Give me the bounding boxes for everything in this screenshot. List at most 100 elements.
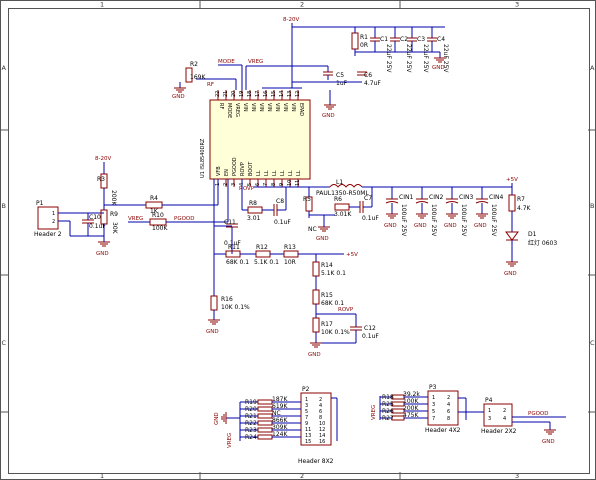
ic-pin-name: PGOOD — [232, 157, 238, 176]
resistor-R13 — [283, 250, 299, 258]
gnd-label: GND — [214, 412, 220, 425]
gnd-label: GND — [308, 352, 321, 358]
label-D1-ref: D1 — [528, 231, 537, 238]
label-CIN3-ref: CIN3 — [459, 194, 473, 201]
label-R15-val: 68K 0.1 — [321, 300, 344, 307]
ic-pin-name: VIN — [282, 103, 288, 112]
p3-pin: 7 — [432, 416, 435, 422]
ic-pin-number: 13 — [287, 91, 293, 97]
cap-CIN4-plate — [475, 201, 489, 204]
frame-row-label: B — [2, 202, 6, 210]
p1-pin: 1 — [52, 211, 55, 217]
gnd-label: GND — [542, 439, 555, 445]
net-label-mode: MODE — [218, 59, 235, 65]
p4-pin: 4 — [503, 416, 506, 422]
resistor-array-element — [257, 399, 273, 405]
frame-col-label: 1 — [100, 472, 104, 480]
label-C10-ref: C10 — [89, 214, 101, 221]
gnd-symbol — [310, 342, 322, 348]
ic-pin-number: 16 — [263, 91, 269, 97]
label-C4-ref: C4 — [437, 36, 445, 43]
label-D1-val: 红灯 0603 — [528, 239, 557, 247]
gnd-label: GND — [504, 271, 517, 277]
ic-pin-name: LL — [280, 170, 286, 176]
p3-pins: 1 2 3 4 5 6 7 8 — [432, 395, 450, 422]
gnd-symbol — [318, 226, 330, 232]
label-R10-ref: R10 — [152, 212, 164, 219]
resistor-R17 — [312, 317, 320, 333]
label-resistor-ref: R20 — [245, 406, 257, 413]
label-R8-ref: R8 — [249, 200, 257, 207]
ic-pin-name: VREG — [234, 103, 240, 117]
label-C5-val: 1uF — [336, 80, 348, 87]
gnd-label: GND — [474, 223, 487, 229]
label-P1-val: Header 2 — [34, 231, 62, 238]
net-label-vreg-p2: VREG — [227, 433, 233, 448]
frame-row-label: A — [2, 64, 7, 72]
cap-CIN3-plate — [445, 201, 459, 204]
ic-pin-name: LL — [264, 170, 270, 176]
frame-row-label: C — [2, 339, 7, 347]
label-resistor-val: 619K — [272, 403, 288, 410]
label-resistor-ref: R23 — [245, 427, 257, 434]
label-C3-ref: C3 — [417, 36, 425, 43]
label-C6-ref: C6 — [364, 72, 372, 79]
label-R2-val: 169K — [190, 74, 206, 81]
label-C5-ref: C5 — [336, 72, 344, 79]
label-resistor-val: 866K — [272, 417, 288, 424]
label-C12-val: 0.1uF — [362, 333, 379, 340]
frame-row-label: A — [590, 64, 595, 72]
gnd-symbol — [416, 213, 428, 219]
p3-pin: 4 — [447, 402, 450, 408]
schematic-sheet: 1 2 3 1 2 3 A B C A B C 8-20V R1 0R C1 C… — [0, 0, 596, 480]
resistor-array-element — [257, 406, 273, 412]
label-R6-val: 3.01K — [334, 211, 352, 218]
gnd-label: GND — [414, 223, 427, 229]
frame-col-label: 2 — [300, 472, 304, 480]
label-CIN3-val: 100uF 25V — [460, 204, 467, 237]
label-R15-ref: R15 — [321, 292, 333, 299]
p4-pin: 2 — [503, 408, 506, 414]
label-C10-val: 0.1uF — [89, 223, 106, 230]
p3-pin: 2 — [447, 395, 450, 401]
gnd-symbol — [446, 213, 458, 219]
label-resistor-ref: R25 — [382, 401, 394, 408]
p3-resistor-array: R18 39.2k R25 100K R26 200K R27 475K — [380, 391, 428, 422]
label-R6-ref: R6 — [334, 196, 342, 203]
label-R4-ref: R4 — [150, 195, 158, 202]
label-C8-val: 0.1uF — [274, 219, 291, 226]
label-L1-val: PAUL1350-R50ML — [316, 190, 369, 197]
p3-pin: 3 — [432, 402, 435, 408]
net-label-rovp: ROVP — [239, 186, 255, 192]
gnd-label: GND — [432, 65, 445, 71]
cap-CIN1-plate — [385, 201, 399, 204]
p4-pin: 1 — [488, 408, 491, 414]
label-L1-ref: L1 — [336, 179, 343, 186]
label-R1-val: 0R — [360, 42, 368, 49]
p2-pin: 15 — [305, 439, 311, 445]
label-CIN2-val: 100uF 25V — [430, 204, 437, 237]
p1-pin: 2 — [52, 219, 55, 225]
ic-pin-number: 21 — [223, 91, 229, 97]
p3-pin: 5 — [432, 409, 435, 415]
label-R16-ref: R16 — [221, 296, 233, 303]
label-P1-ref: P1 — [36, 200, 44, 207]
frame-col-label: 1 — [100, 1, 104, 9]
ic-part-label: U1 ISL8540DRZ — [200, 138, 206, 178]
label-resistor-ref: R19 — [245, 399, 257, 406]
ic-pin-name: LL — [256, 170, 262, 176]
gnd-symbol — [476, 213, 488, 219]
p3-pin: 8 — [447, 416, 450, 422]
p3-pin: 6 — [447, 409, 450, 415]
label-CIN2-ref: CIN2 — [429, 194, 443, 201]
ic-pin-number: 8 — [271, 183, 277, 186]
label-R17-val: 10K 0.1% — [321, 329, 350, 336]
resistor-R15 — [312, 289, 320, 305]
led-D1 — [505, 231, 519, 241]
gnd-label: GND — [444, 223, 457, 229]
label-R12-val: 5.1K 0.1 — [254, 259, 279, 266]
label-R11-ref: R11 — [228, 244, 240, 251]
label-R5-ref: R5 — [303, 196, 311, 203]
ic-pin-name: VIN — [274, 103, 280, 112]
resistor-R14 — [312, 261, 320, 277]
